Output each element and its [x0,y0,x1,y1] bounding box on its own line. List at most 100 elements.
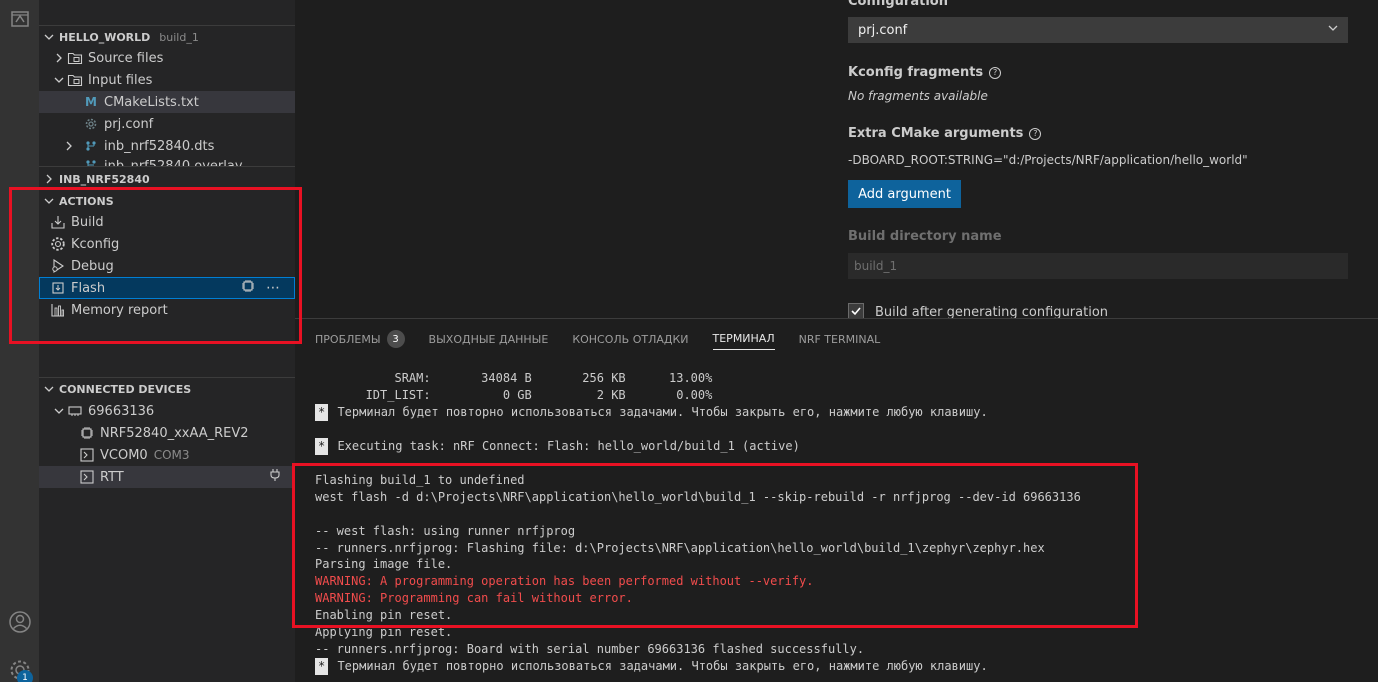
devicetree-icon [83,138,99,154]
terminal-warning: WARNING: Programming can fail without er… [315,591,633,606]
build-icon [50,214,66,230]
task-star-icon: * [315,658,329,676]
terminal-icon [79,447,95,463]
tab-nrf-terminal[interactable]: NRF TERMINAL [799,328,881,350]
tab-debug-console[interactable]: КОНСОЛЬ ОТЛАДКИ [572,328,688,350]
terminal-line: -- runners.nrfjprog: Flashing file: d:\P… [315,540,1045,555]
terminal-output[interactable]: SRAM: 34084 B 256 KB 13.00% IDT_LIST: 0 … [315,370,1081,676]
plug-icon[interactable] [269,468,281,486]
terminal-warning: WARNING: A programming operation has bee… [315,574,814,589]
action-label: Build [71,214,104,230]
terminal-line: -- runners.nrfjprog: Board with serial n… [315,642,865,657]
cmake-label-text: Extra CMake arguments [848,126,1024,141]
nrf-connect-icon[interactable] [0,6,39,32]
action-debug[interactable]: Debug [39,255,295,277]
actions-header[interactable]: ACTIONS [39,190,295,212]
tree-item-source-files[interactable]: Source files [39,47,295,69]
bar-chart-icon [50,302,66,318]
chevron-down-icon [1327,22,1339,38]
build-directory-label: Build directory name [848,229,1002,244]
device-board-icon [67,403,83,419]
device-item[interactable]: 69663136 [39,400,295,422]
tree-item-cmakelists[interactable]: M CMakeLists.txt [39,91,295,113]
tab-label: NRF TERMINAL [798,332,881,346]
checkmark-icon [851,307,861,316]
debug-icon [50,258,66,274]
terminal-blank [315,421,1081,438]
row-tools: ⋯ [240,278,281,298]
action-memory-report[interactable]: Memory report [39,299,295,321]
chevron-right-icon [41,171,57,187]
help-icon[interactable]: ? [1029,127,1042,140]
chip-icon [79,425,95,441]
tree-item-input-files[interactable]: Input files [39,69,295,91]
cmake-m-icon: M [85,95,97,109]
cmake-argument-value[interactable]: -DBOARD_ROOT:STRING="d:/Projects/NRF/app… [848,153,1248,167]
terminal-line: SRAM: 34084 B 256 KB 13.00% [315,371,713,385]
chevron-right-icon [51,50,67,66]
account-icon[interactable] [0,607,39,637]
tab-label: КОНСОЛЬ ОТЛАДКИ [572,332,689,346]
device-item-desc: COM3 [153,448,190,462]
tree-item-label: Source files [88,50,164,66]
action-build[interactable]: Build [39,211,295,233]
configuration-select[interactable]: prj.conf [848,17,1348,43]
project-header[interactable]: HELLO_WORLD build_1 [39,26,295,48]
erase-flash-icon[interactable] [240,278,256,298]
chevron-down-icon [41,381,57,397]
tree-item-label: Input files [88,72,153,88]
folder-files-icon [67,50,83,66]
devices-header[interactable]: CONNECTED DEVICES [39,378,295,400]
action-label: Debug [71,258,114,274]
terminal-line: Flashing build_1 to undefined [315,472,525,487]
tab-terminal[interactable]: ТЕРМИНАЛ [712,328,775,350]
device-serial: 69663136 [88,403,155,419]
configuration-label-text: Configuration [848,0,948,9]
cmake-arguments-label: Extra CMake arguments ? [848,126,1042,141]
device-item-label: VCOM0 [100,447,148,463]
chevron-right-icon [61,138,77,154]
terminal-line: * Терминал будет повторно использоваться… [315,403,1081,421]
bottom-panel: ПРОБЛЕМЫ 3 ВЫХОДНЫЕ ДАННЫЕ КОНСОЛЬ ОТЛАД… [295,318,1378,682]
devices-title: CONNECTED DEVICES [59,382,192,396]
chevron-down-icon [51,403,67,419]
action-label: Flash [71,280,106,296]
action-flash[interactable]: Flash ⋯ [39,277,295,299]
action-label: Memory report [71,302,168,318]
panel-tabs: ПРОБЛЕМЫ 3 ВЫХОДНЫЕ ДАННЫЕ КОНСОЛЬ ОТЛАД… [315,328,880,350]
kconfig-label-text: Kconfig fragments [848,65,984,80]
terminal-icon [79,469,95,485]
device-chip[interactable]: NRF52840_xxAA_REV2 [39,422,295,444]
build-dir-label-text: Build directory name [848,229,1002,244]
notification-badge: 1 [17,670,33,682]
device-rtt[interactable]: RTT [39,466,295,488]
terminal-line: Applying pin reset. [315,625,453,640]
terminal-line: -- west flash: using runner nrfjprog [315,523,576,538]
tab-output[interactable]: ВЫХОДНЫЕ ДАННЫЕ [429,328,549,350]
kconfig-fragments-label: Kconfig fragments ? [848,65,1002,80]
tab-problems[interactable]: ПРОБЛЕМЫ 3 [315,328,405,350]
device-vcom[interactable]: VCOM0 COM3 [39,444,295,466]
chevron-down-icon [51,72,67,88]
build-directory-input: build_1 [848,253,1348,279]
action-kconfig[interactable]: Kconfig [39,233,295,255]
flash-chip-icon [50,280,66,296]
chevron-down-icon [41,29,57,45]
kconfig-empty-text: No fragments available [848,89,988,103]
configuration-value: prj.conf [858,22,908,38]
terminal-blank [315,455,1081,472]
tree-item-prj-conf[interactable]: prj.conf [39,113,295,135]
configuration-label: Configuration [848,0,948,9]
build-after-checkbox[interactable] [848,303,864,319]
help-icon[interactable]: ? [989,66,1002,79]
folder-files-icon [67,72,83,88]
board-header[interactable]: INB_NRF52840 [39,168,295,190]
more-actions-icon[interactable]: ⋯ [266,280,281,296]
build-configuration-editor: Configuration prj.conf Kconfig fragments… [295,0,1378,320]
add-argument-button[interactable]: Add argument [848,180,961,208]
task-star-icon: * [315,437,329,455]
task-star-icon: * [315,403,329,421]
problems-count-badge: 3 [386,330,405,348]
tree-item-dts[interactable]: inb_nrf52840.dts [39,135,295,157]
terminal-line: IDT_LIST: 0 GB 2 KB 0.00% [315,387,713,402]
